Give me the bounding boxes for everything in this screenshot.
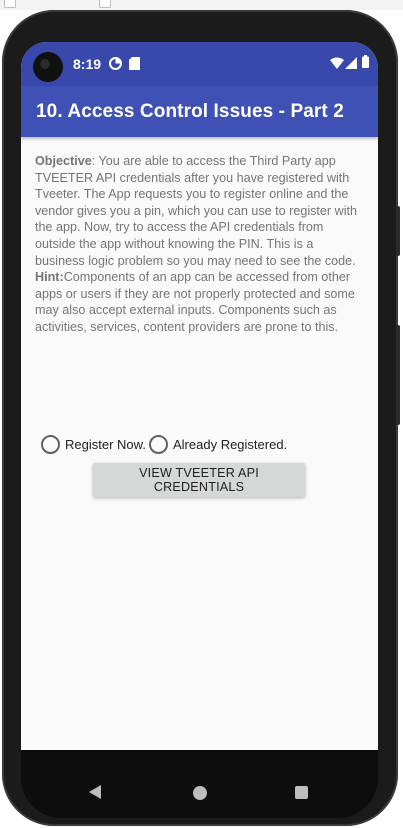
battery-icon (362, 55, 369, 73)
home-icon[interactable] (193, 786, 207, 800)
cell-signal-icon (345, 56, 357, 74)
objective-text: : You are able to access the Third Party… (35, 154, 358, 268)
wifi-icon (330, 56, 344, 74)
recents-icon[interactable] (295, 786, 308, 799)
page-title: 10. Access Control Issues - Part 2 (36, 101, 344, 122)
hint-label: Hint: (35, 270, 64, 285)
view-credentials-button[interactable]: VIEW TVEETER API CREDENTIALS (93, 463, 305, 497)
register-now-radio[interactable] (41, 435, 60, 454)
power-button[interactable] (396, 325, 400, 425)
host-window-control (99, 0, 111, 8)
status-time: 8:19 (73, 56, 102, 72)
register-now-label[interactable]: Register Now. (65, 437, 146, 452)
navigation-bar (21, 750, 378, 818)
status-bar: 8:19 (21, 42, 378, 86)
volume-button[interactable] (396, 206, 400, 256)
host-window-edge (0, 0, 403, 10)
hint-text: Components of an app can be accessed fro… (35, 270, 355, 334)
front-camera (33, 52, 63, 82)
host-window-control (4, 0, 16, 8)
objective-label: Objective (35, 154, 92, 168)
back-icon[interactable] (89, 785, 101, 799)
sd-card-icon (129, 57, 140, 75)
data-saver-icon (109, 57, 122, 75)
already-registered-radio[interactable] (149, 435, 168, 454)
device-screen: 8:19 10. Access Control Issues - Part 2 … (21, 42, 378, 750)
already-registered-label[interactable]: Already Registered. (173, 437, 287, 452)
device-frame: 8:19 10. Access Control Issues - Part 2 … (2, 10, 400, 826)
challenge-description: Objective: You are able to access the Th… (35, 153, 365, 336)
app-bar: 10. Access Control Issues - Part 2 (21, 86, 378, 137)
